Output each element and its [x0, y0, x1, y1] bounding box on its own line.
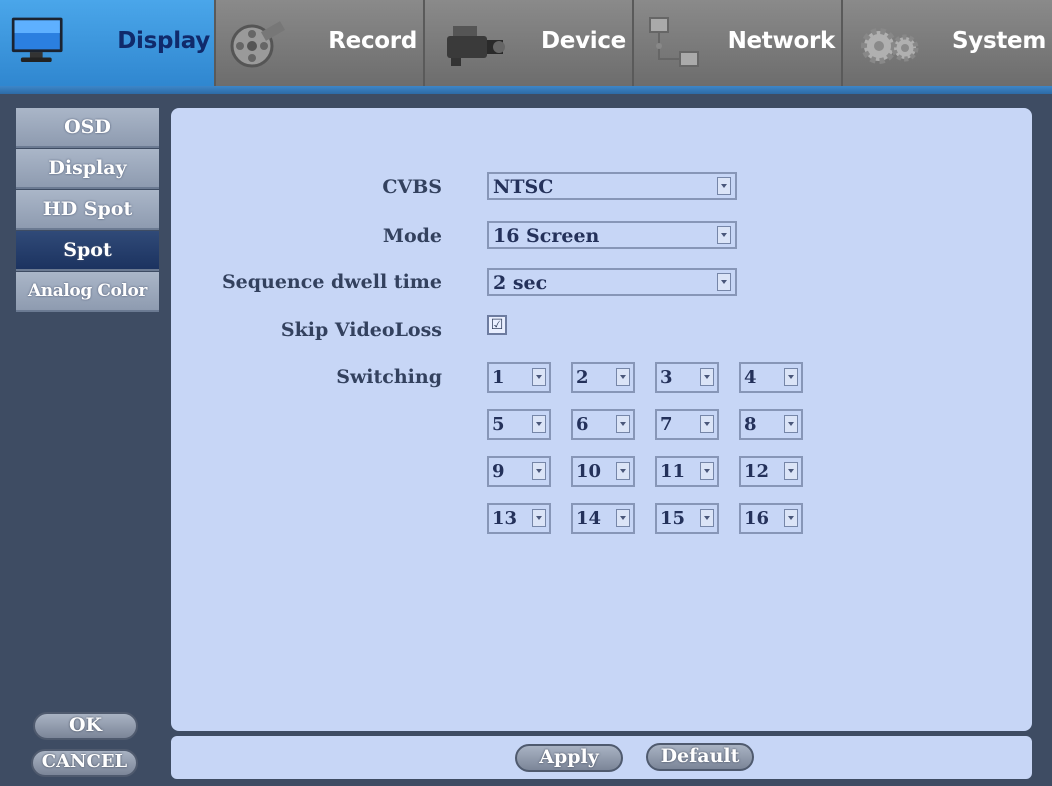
skip-videoloss-label: Skip VideoLoss	[280, 319, 442, 341]
sidebar-item-display[interactable]: Display	[16, 149, 159, 189]
chevron-down-icon[interactable]	[700, 462, 714, 480]
switching-value: 2	[576, 367, 589, 388]
tab-device-label: Device	[540, 28, 626, 54]
switching-value: 16	[744, 508, 770, 529]
chevron-down-icon[interactable]	[616, 415, 630, 433]
switching-value: 8	[744, 414, 757, 435]
switching-select-15[interactable]: 15	[655, 503, 719, 534]
dwell-time-value: 2 sec	[493, 272, 548, 294]
switching-select-1[interactable]: 1	[487, 362, 551, 393]
switching-select-5[interactable]: 5	[487, 409, 551, 440]
switching-select-10[interactable]: 10	[571, 456, 635, 487]
switching-value: 4	[744, 367, 757, 388]
switching-value: 14	[576, 508, 602, 529]
tab-display[interactable]: Display	[0, 0, 216, 88]
bottom-action-bar: Apply Default	[171, 736, 1032, 779]
switching-select-13[interactable]: 13	[487, 503, 551, 534]
mode-value: 16 Screen	[493, 225, 600, 247]
tab-record-label: Record	[328, 28, 417, 54]
sidebar-item-osd[interactable]: OSD	[16, 108, 159, 148]
tab-record[interactable]: Record	[216, 0, 425, 88]
tab-system-label: System	[951, 28, 1046, 54]
mode-label: Mode	[382, 225, 442, 247]
chevron-down-icon[interactable]	[616, 509, 630, 527]
chevron-down-icon[interactable]	[700, 368, 714, 386]
switching-select-12[interactable]: 12	[739, 456, 803, 487]
cvbs-value: NTSC	[493, 176, 554, 198]
tab-network-label: Network	[727, 28, 836, 54]
switching-value: 6	[576, 414, 589, 435]
chevron-down-icon[interactable]	[717, 226, 731, 244]
chevron-down-icon[interactable]	[532, 462, 546, 480]
tab-network[interactable]: Network	[634, 0, 843, 88]
dwell-time-label: Sequence dwell time	[221, 271, 442, 293]
chevron-down-icon[interactable]	[700, 509, 714, 527]
chevron-down-icon[interactable]	[717, 273, 731, 291]
tab-device[interactable]: Device	[425, 0, 634, 88]
sidebar-item-hd-spot[interactable]: HD Spot	[16, 190, 159, 230]
skip-videoloss-checkbox[interactable]: ☑	[487, 315, 507, 335]
apply-button[interactable]: Apply	[515, 744, 623, 772]
switching-select-4[interactable]: 4	[739, 362, 803, 393]
switching-value: 10	[576, 461, 602, 482]
ok-button[interactable]: OK	[33, 712, 138, 740]
chevron-down-icon[interactable]	[532, 368, 546, 386]
chevron-down-icon[interactable]	[532, 415, 546, 433]
switching-select-2[interactable]: 2	[571, 362, 635, 393]
dwell-time-select[interactable]: 2 sec	[487, 268, 737, 296]
cvbs-label: CVBS	[382, 176, 442, 198]
switching-select-3[interactable]: 3	[655, 362, 719, 393]
switching-select-9[interactable]: 9	[487, 456, 551, 487]
switching-select-6[interactable]: 6	[571, 409, 635, 440]
switching-select-11[interactable]: 11	[655, 456, 719, 487]
switching-value: 13	[492, 508, 518, 529]
chevron-down-icon[interactable]	[700, 415, 714, 433]
switching-value: 1	[492, 367, 505, 388]
chevron-down-icon[interactable]	[717, 177, 731, 195]
switching-value: 11	[660, 461, 686, 482]
spot-settings-panel: CVBS NTSC Mode 16 Screen Sequence dwell …	[171, 108, 1032, 731]
camcorder-icon	[447, 26, 505, 66]
monitor-icon	[11, 17, 63, 63]
tab-system[interactable]: System	[843, 0, 1052, 88]
tab-bar-divider	[0, 86, 1052, 94]
sidebar-item-analog-color[interactable]: Analog Color	[16, 272, 159, 312]
chevron-down-icon[interactable]	[784, 462, 798, 480]
switching-value: 15	[660, 508, 686, 529]
network-icon	[649, 17, 699, 67]
cvbs-select[interactable]: NTSC	[487, 172, 737, 200]
chevron-down-icon[interactable]	[532, 509, 546, 527]
film-reel-icon	[230, 21, 286, 68]
chevron-down-icon[interactable]	[784, 509, 798, 527]
switching-value: 5	[492, 414, 505, 435]
chevron-down-icon[interactable]	[784, 415, 798, 433]
mode-select[interactable]: 16 Screen	[487, 221, 737, 249]
switching-value: 7	[660, 414, 673, 435]
sidebar-item-spot[interactable]: Spot	[16, 231, 159, 271]
gears-icon	[861, 28, 919, 64]
chevron-down-icon[interactable]	[616, 368, 630, 386]
chevron-down-icon[interactable]	[784, 368, 798, 386]
switching-value: 12	[744, 461, 770, 482]
switching-select-14[interactable]: 14	[571, 503, 635, 534]
switching-label: Switching	[336, 366, 442, 388]
switching-select-16[interactable]: 16	[739, 503, 803, 534]
switching-value: 9	[492, 461, 505, 482]
top-tab-bar: Display Record Device Network System	[0, 0, 1052, 94]
switching-select-8[interactable]: 8	[739, 409, 803, 440]
switching-select-7[interactable]: 7	[655, 409, 719, 440]
cancel-button[interactable]: CANCEL	[31, 749, 138, 777]
chevron-down-icon[interactable]	[616, 462, 630, 480]
tab-display-label: Display	[117, 28, 210, 54]
switching-value: 3	[660, 367, 673, 388]
default-button[interactable]: Default	[646, 743, 754, 771]
